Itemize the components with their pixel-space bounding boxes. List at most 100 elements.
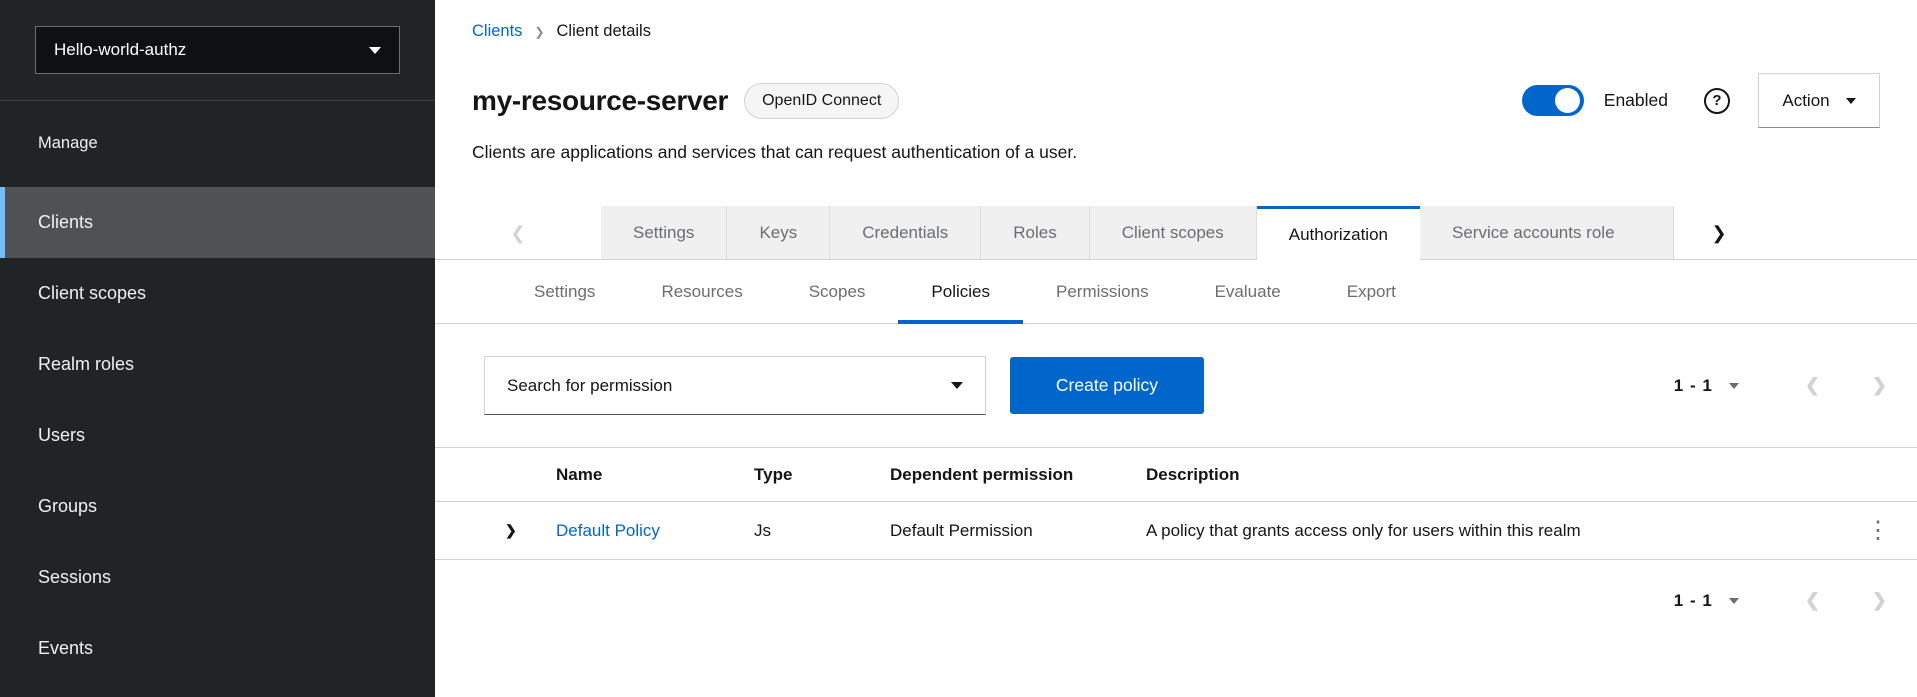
subtab-label: Evaluate [1214, 282, 1281, 301]
action-label: Action [1782, 90, 1830, 110]
policy-name-link[interactable]: Default Policy [556, 521, 660, 540]
chevron-down-icon [951, 382, 963, 389]
chevron-right-icon: ❯ [1711, 222, 1727, 243]
breadcrumb-current: Client details [556, 22, 651, 40]
tab-scroll-right-button[interactable]: ❯ [1674, 206, 1764, 260]
column-header-description: Description [1146, 464, 1240, 484]
tab-scroll-left-button[interactable]: ❮ [435, 206, 601, 260]
sidebar-item-events[interactable]: Events [0, 613, 435, 684]
subtab-label: Resources [661, 282, 743, 301]
column-header-type: Type [754, 464, 793, 484]
sidebar: Hello-world-authz Manage Clients Client … [0, 0, 435, 697]
tab-label: Keys [759, 223, 798, 242]
app-window: Hello-world-authz Manage Clients Client … [0, 0, 1917, 697]
search-permission-label: Search for permission [507, 375, 673, 395]
tab-label: Settings [633, 223, 695, 242]
table-header-row: Name Type Dependent permission Descripti… [435, 447, 1917, 502]
subtab-label: Scopes [808, 282, 866, 301]
policy-type-cell: Js [754, 520, 771, 540]
sidebar-item-label: Events [38, 638, 94, 658]
subtab-label: Export [1346, 282, 1396, 301]
header-controls: Enabled ? Action [1521, 73, 1880, 128]
sidebar-item-label: Users [38, 425, 86, 445]
tab-label: Client scopes [1121, 223, 1224, 242]
subtab-policies[interactable]: Policies [898, 260, 1023, 324]
sidebar-item-clients[interactable]: Clients [0, 187, 435, 258]
pagination-menu-caret-icon[interactable] [1728, 597, 1739, 604]
table-row: ❯ Default Policy Js Default Permission A… [435, 502, 1917, 560]
nav-group-manage: Manage [38, 134, 98, 152]
policies-toolbar: Search for permission Create policy 1 - … [435, 356, 1917, 415]
bottom-pagination-bar: 1 - 1 ❮ ❯ [435, 590, 1917, 611]
tab-credentials[interactable]: Credentials [830, 206, 982, 260]
description-cell: A policy that grants access only for use… [1146, 520, 1581, 540]
realm-name: Hello-world-authz [54, 40, 187, 59]
row-expand-chevron-icon[interactable]: ❯ [435, 522, 556, 539]
tab-keys[interactable]: Keys [727, 206, 831, 260]
breadcrumb-separator-icon: ❯ [534, 24, 545, 39]
subtab-scopes[interactable]: Scopes [776, 260, 899, 324]
sidebar-item-realm-roles[interactable]: Realm roles [0, 329, 435, 400]
sidebar-item-sessions[interactable]: Sessions [0, 542, 435, 613]
top-pagination: 1 - 1 ❮ ❯ [1674, 375, 1887, 396]
pagination-menu-caret-icon[interactable] [1728, 382, 1739, 389]
sidebar-item-users[interactable]: Users [0, 400, 435, 471]
create-policy-button[interactable]: Create policy [1010, 357, 1204, 414]
enabled-label: Enabled [1603, 90, 1668, 110]
column-header-name: Name [556, 464, 603, 484]
realm-selector-dropdown[interactable]: Hello-world-authz [35, 26, 400, 74]
sidebar-divider [0, 100, 435, 101]
authorization-subtabs: Settings Resources Scopes Policies Permi… [435, 260, 1917, 324]
bottom-pagination: 1 - 1 ❮ ❯ [1674, 590, 1887, 611]
tab-settings[interactable]: Settings [601, 206, 728, 260]
breadcrumb-clients-link[interactable]: Clients [472, 22, 522, 41]
toggle-knob [1554, 88, 1580, 113]
column-header-dependent-permission: Dependent permission [890, 464, 1074, 484]
pagination-next-button[interactable]: ❯ [1872, 375, 1887, 396]
chevron-down-icon [369, 46, 381, 54]
tab-label: Authorization [1288, 224, 1388, 244]
pagination-range: 1 - 1 [1673, 375, 1713, 395]
sidebar-item-label: Client scopes [38, 283, 147, 303]
subtab-label: Settings [534, 282, 596, 301]
sidebar-item-client-scopes[interactable]: Client scopes [0, 258, 435, 329]
page-title: my-resource-server [472, 84, 729, 116]
subtab-export[interactable]: Export [1314, 260, 1429, 324]
client-tabs: ❮ Settings Keys Credentials Roles Client… [435, 206, 1917, 260]
pagination-prev-button[interactable]: ❮ [1805, 375, 1820, 396]
policies-table: Name Type Dependent permission Descripti… [435, 447, 1917, 560]
tab-authorization[interactable]: Authorization [1256, 206, 1420, 260]
tab-service-accounts-roles[interactable]: Service accounts role [1420, 206, 1674, 260]
sidebar-nav: Clients Client scopes Realm roles Users … [0, 187, 435, 684]
breadcrumb: Clients ❯ Client details [435, 0, 1917, 41]
subtab-evaluate[interactable]: Evaluate [1182, 260, 1314, 324]
subtab-settings[interactable]: Settings [501, 260, 628, 324]
sidebar-item-groups[interactable]: Groups [0, 471, 435, 542]
subtab-label: Policies [931, 282, 990, 301]
pagination-range: 1 - 1 [1673, 590, 1713, 610]
tab-roles[interactable]: Roles [981, 206, 1090, 260]
pagination-prev-button[interactable]: ❮ [1805, 590, 1820, 611]
main-content: Clients ❯ Client details my-resource-ser… [435, 0, 1917, 697]
subtab-permissions[interactable]: Permissions [1023, 260, 1182, 324]
sidebar-item-label: Realm roles [38, 354, 135, 374]
action-dropdown[interactable]: Action [1758, 73, 1880, 128]
enabled-toggle[interactable] [1521, 85, 1584, 116]
pagination-next-button[interactable]: ❯ [1872, 590, 1887, 611]
tab-client-scopes[interactable]: Client scopes [1089, 206, 1257, 260]
search-permission-dropdown[interactable]: Search for permission [484, 356, 986, 415]
tab-label: Service accounts role [1452, 223, 1615, 242]
chevron-left-icon: ❮ [510, 222, 526, 243]
dependent-permission-cell: Default Permission [890, 520, 1033, 540]
row-kebab-menu-icon[interactable]: ⋮ [1866, 518, 1890, 543]
subtab-resources[interactable]: Resources [628, 260, 775, 324]
help-icon[interactable]: ? [1704, 87, 1730, 114]
protocol-badge: OpenID Connect [744, 82, 900, 119]
sidebar-item-label: Sessions [38, 567, 112, 587]
tab-label: Roles [1013, 223, 1057, 242]
page-subtitle: Clients are applications and services th… [472, 142, 1078, 162]
page-header: my-resource-server OpenID Connect Enable… [435, 73, 1917, 128]
tab-label: Credentials [862, 223, 949, 242]
subtab-label: Permissions [1056, 282, 1149, 301]
sidebar-item-label: Groups [38, 496, 98, 516]
